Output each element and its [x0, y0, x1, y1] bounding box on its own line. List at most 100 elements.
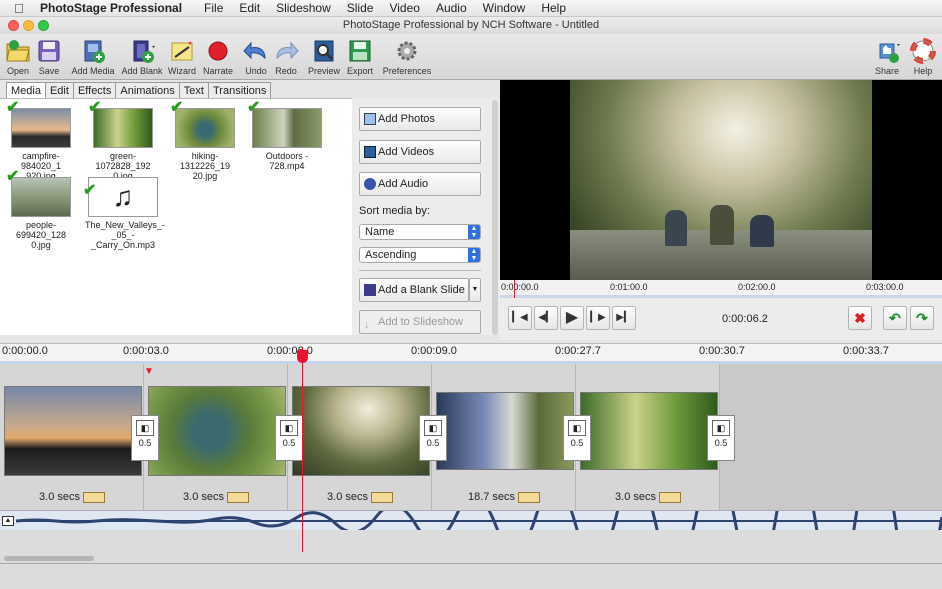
add-media-button[interactable]: Add Media	[70, 38, 116, 76]
add-to-slideshow-button[interactable]: ↓ Add to Slideshow	[359, 310, 481, 334]
media-item[interactable]: ✔ Outdoors -728.mp4	[247, 100, 325, 171]
export-button[interactable]: Export	[345, 38, 375, 76]
menu-video[interactable]: Video	[389, 1, 419, 15]
export-label: Export	[346, 66, 373, 76]
timeline-slide[interactable]: 18.7 secs	[432, 364, 576, 510]
sort-order-value: Ascending	[365, 249, 417, 261]
add-audio-label: Add Audio	[378, 178, 429, 190]
transition-icon: ◧	[424, 420, 442, 436]
rotate-left-button[interactable]: ↶	[883, 306, 907, 330]
slide-duration[interactable]: 3.0 secs	[288, 491, 432, 503]
menu-audio[interactable]: Audio	[436, 1, 467, 15]
preview-button[interactable]: Preview	[308, 38, 340, 76]
add-blank-slide-button[interactable]: Add a Blank Slide	[359, 278, 469, 302]
add-audio-button[interactable]: Add Audio	[359, 172, 481, 196]
slide-duration[interactable]: 3.0 secs	[144, 491, 288, 503]
media-item[interactable]: ✔ hiking-1312226_19 20.jpg	[167, 100, 243, 181]
media-item[interactable]: ✔ green-1072828_192 0.jpg	[85, 100, 161, 181]
timeline-scrollbar[interactable]	[4, 556, 94, 561]
menu-window[interactable]: Window	[483, 1, 526, 15]
delete-button[interactable]: ✖	[848, 306, 872, 330]
add-blank-slide-dropdown[interactable]: ▼	[469, 278, 481, 302]
timeline-ruler[interactable]: 0:00:00.0 0:00:03.0 0:00:06.0 0:00:09.0 …	[0, 343, 942, 364]
window-title: PhotoStage Professional by NCH Software …	[342, 19, 600, 31]
open-button[interactable]: Open	[5, 38, 31, 76]
tab-media[interactable]: Media	[6, 82, 46, 98]
window-titlebar: PhotoStage Professional by NCH Software …	[0, 17, 942, 34]
menu-edit[interactable]: Edit	[239, 1, 260, 15]
transition-duration: 0.5	[138, 438, 152, 448]
tab-text[interactable]: Text	[178, 82, 209, 98]
go-to-end-button[interactable]: ▶▎	[612, 306, 636, 330]
duration-bar-icon	[518, 491, 541, 503]
transition-marker[interactable]: ◧ 0.5	[707, 415, 735, 461]
media-filename: 20.jpg	[192, 171, 218, 181]
timeline-playhead[interactable]	[302, 347, 303, 552]
app-menu[interactable]: PhotoStage Professional	[40, 1, 182, 15]
playhead-handle[interactable]	[297, 350, 308, 363]
timeline-slide[interactable]: 3.0 secs	[0, 364, 144, 510]
tab-edit[interactable]: Edit	[44, 82, 74, 98]
share-label: Share	[874, 66, 900, 76]
add-media-label: Add Media	[71, 66, 115, 76]
narrate-button[interactable]: Narrate	[202, 38, 234, 76]
apple-menu-icon[interactable]: 	[14, 1, 40, 16]
tab-transitions[interactable]: Transitions	[207, 82, 272, 98]
transition-marker[interactable]: ◧ 0.5	[131, 415, 159, 461]
redo-button[interactable]: Redo	[273, 38, 299, 76]
rotate-right-icon: ↷	[916, 310, 928, 326]
preview-playhead[interactable]	[514, 280, 515, 298]
speaker-icon[interactable]: ▲	[2, 516, 14, 526]
rotate-left-icon: ↶	[889, 310, 901, 326]
tab-animations[interactable]: Animations	[115, 82, 180, 98]
zoom-window-button[interactable]	[38, 20, 49, 31]
media-panel-scrollbar[interactable]	[492, 100, 498, 335]
slide-duration[interactable]: 3.0 secs	[576, 491, 720, 503]
floppy-disk-icon	[36, 38, 62, 64]
transition-duration: 0.5	[714, 438, 728, 448]
ruler-tick: 0:02:00.0	[738, 282, 776, 292]
add-photos-button[interactable]: Add Photos	[359, 107, 481, 131]
previous-frame-button[interactable]: ◀▎	[534, 306, 558, 330]
transition-marker[interactable]: ◧ 0.5	[275, 415, 303, 461]
audio-track[interactable]: ▲	[0, 510, 942, 531]
go-to-start-button[interactable]: ▎◀	[508, 306, 532, 330]
next-frame-button[interactable]: ▎▶	[586, 306, 610, 330]
transition-marker[interactable]: ◧ 0.5	[419, 415, 447, 461]
sort-order-select[interactable]: Ascending ▲ ▼	[359, 247, 481, 263]
menu-help[interactable]: Help	[541, 1, 566, 15]
wizard-button[interactable]: Wizard	[167, 38, 197, 76]
minimize-window-button[interactable]	[23, 20, 34, 31]
media-item[interactable]: ♫ ✔ The_New_Valleys_- _05_-_Carry_On.mp3	[83, 177, 165, 250]
play-button[interactable]: ▶	[560, 306, 584, 330]
add-blank-button[interactable]: Add Blank	[119, 38, 165, 76]
duration-text: 3.0 secs	[39, 491, 80, 503]
rotate-right-button[interactable]: ↷	[910, 306, 934, 330]
menu-file[interactable]: File	[204, 1, 223, 15]
close-window-button[interactable]	[8, 20, 19, 31]
share-button[interactable]: Share	[872, 38, 902, 76]
duration-text: 3.0 secs	[327, 491, 368, 503]
slide-duration[interactable]: 18.7 secs	[432, 491, 576, 503]
timeline-slide[interactable]: 3.0 secs	[576, 364, 720, 510]
save-button[interactable]: Save	[36, 38, 62, 76]
media-item[interactable]: ✔ people-699420_128 0.jpg	[3, 169, 79, 250]
undo-button[interactable]: Undo	[243, 38, 269, 76]
media-filename: people-699420_128	[15, 220, 67, 240]
tab-effects[interactable]: Effects	[72, 82, 117, 98]
film-icon	[364, 146, 376, 158]
menu-slide[interactable]: Slide	[347, 1, 374, 15]
save-label: Save	[38, 66, 60, 76]
timeline-slide[interactable]: 3.0 secs	[144, 364, 288, 510]
add-videos-label: Add Videos	[378, 146, 435, 158]
add-videos-button[interactable]: Add Videos	[359, 140, 481, 164]
preview-time-ruler[interactable]: 0:00:00.0 0:01:00.0 0:02:00.0 0:03:00.0	[500, 280, 942, 298]
transition-marker[interactable]: ◧ 0.5	[563, 415, 591, 461]
timeline-slide[interactable]: 3.0 secs	[288, 364, 432, 510]
menu-slideshow[interactable]: Slideshow	[276, 1, 331, 15]
main-toolbar: Open Save Add Media Add Blank Wizard Nar…	[0, 34, 942, 80]
slide-duration[interactable]: 3.0 secs	[0, 491, 144, 503]
help-button[interactable]: Help	[909, 38, 937, 76]
sort-field-select[interactable]: Name ▲ ▼	[359, 224, 481, 240]
preferences-button[interactable]: Preferences	[382, 38, 432, 76]
